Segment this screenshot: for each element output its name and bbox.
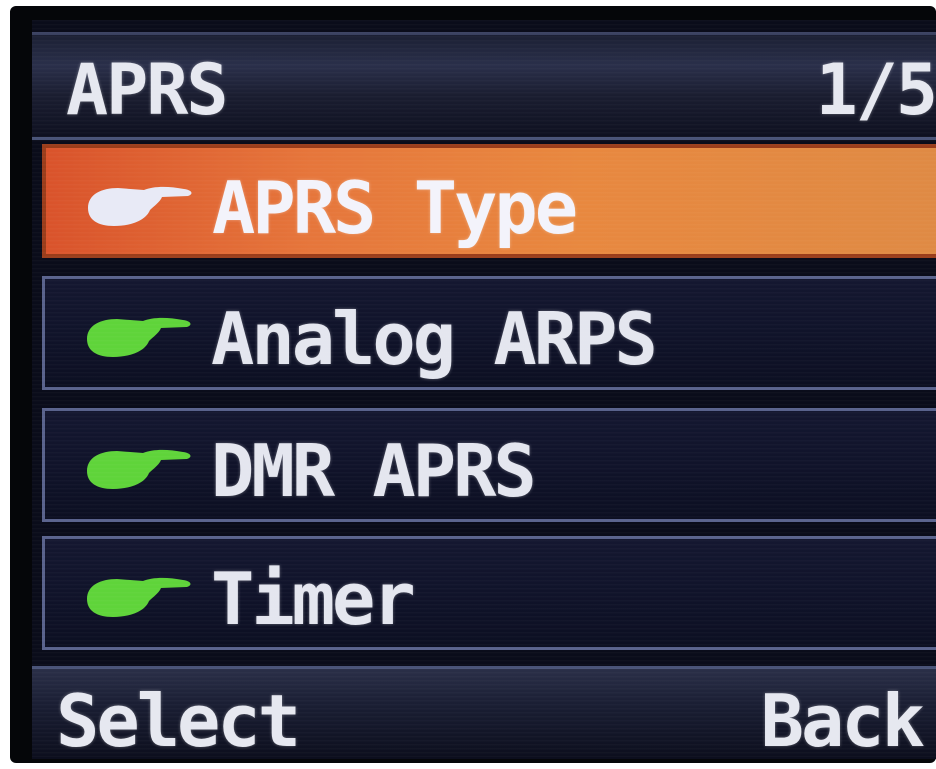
back-softkey[interactable]: Back (761, 679, 925, 763)
pointing-hand-icon (87, 317, 191, 357)
radio-device: APRS 1/5 APRS Type Analog ARPS DMR APRS (10, 6, 936, 763)
menu-item-label: Analog ARPS (211, 297, 658, 381)
pointing-hand-icon (88, 186, 192, 226)
title-bar: APRS 1/5 (32, 32, 936, 140)
pointing-hand-icon (87, 449, 191, 489)
menu-item-label: DMR APRS (211, 429, 537, 513)
menu-item-timer[interactable]: Timer (42, 536, 936, 650)
menu-item-label: APRS Type (212, 166, 578, 250)
radio-screen: APRS 1/5 APRS Type Analog ARPS DMR APRS (32, 20, 936, 763)
pointing-hand-icon (87, 577, 191, 617)
menu-title: APRS (66, 49, 229, 131)
menu-item-dmr-aprs[interactable]: DMR APRS (42, 408, 936, 522)
page-indicator: 1/5 (815, 49, 936, 131)
select-softkey[interactable]: Select (56, 679, 301, 763)
menu-item-label: Timer (211, 557, 416, 641)
softkey-bar: Select Back (32, 666, 936, 763)
menu-item-aprs-type[interactable]: APRS Type (42, 144, 936, 258)
menu-item-analog-arps[interactable]: Analog ARPS (42, 276, 936, 390)
